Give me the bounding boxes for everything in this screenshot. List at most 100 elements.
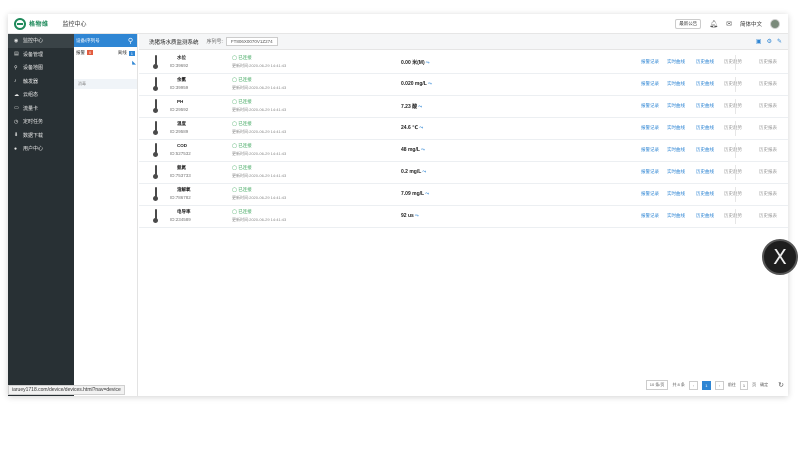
sensor-action-link[interactable]: 报警记录 xyxy=(641,169,659,175)
calendar-icon[interactable]: ▣ xyxy=(756,38,762,45)
sensor-action-link[interactable]: 历史趋势 xyxy=(724,191,742,197)
update-time: 更新时间:2020-06-29 14:41:43 xyxy=(232,151,287,156)
sensor-id: ID:786782 xyxy=(170,195,191,200)
sensor-action-link[interactable]: 报警记录 xyxy=(641,125,659,131)
sensor-action-link[interactable]: 历史报表 xyxy=(759,213,777,219)
nav-item-cloud-config[interactable]: ☁ 云组态 xyxy=(8,88,74,102)
nav-item-device-management[interactable]: ▤ 设备管理 xyxy=(8,48,74,62)
sensor-action-link[interactable]: 实时曲线 xyxy=(667,191,685,197)
nav-item-sim-card[interactable]: ▭ 流量卡 xyxy=(8,102,74,116)
sensor-action-link[interactable]: 历史趋势 xyxy=(724,103,742,109)
sensor-action-link[interactable]: 历史报表 xyxy=(759,191,777,197)
sensor-action-link[interactable]: 实时曲线 xyxy=(667,59,685,65)
language-select[interactable]: 简体中文 xyxy=(740,20,762,28)
status-badge: ◯︎ 已连接 xyxy=(232,55,252,60)
sensor-action-link[interactable]: 历史趋势 xyxy=(724,59,742,65)
nav-item-data-download[interactable]: ⬇ 数据下载 xyxy=(8,129,74,143)
sensor-action-link[interactable]: 历史曲线 xyxy=(696,81,714,87)
tab-alarm[interactable]: 报警 0 xyxy=(76,50,94,56)
sensor-action-link[interactable]: 历史报表 xyxy=(759,59,777,65)
thermometer-icon xyxy=(153,187,158,201)
sensor-action-link[interactable]: 报警记录 xyxy=(641,213,659,219)
next-page-button[interactable]: › xyxy=(714,380,724,390)
sensor-value-text: 0.020 mg/L xyxy=(401,81,427,87)
list-item[interactable]: 消毒 xyxy=(74,79,137,89)
logo-icon xyxy=(14,17,26,30)
sensor-action-link[interactable]: 历史曲线 xyxy=(696,59,714,65)
sensor-action-link[interactable]: 历史报表 xyxy=(759,81,777,87)
sensor-action-link[interactable]: 历史曲线 xyxy=(696,169,714,175)
nav-item-device-map[interactable]: ⚲ 设备地图 xyxy=(8,61,74,75)
sensor-action-link[interactable]: 历史趋势 xyxy=(724,81,742,87)
prev-page-button[interactable]: ‹ xyxy=(688,380,698,390)
sensor-value: 0.2 mg/L⤳ xyxy=(401,169,426,175)
thermometer-icon xyxy=(153,77,158,91)
page-number-button[interactable]: 1 xyxy=(701,380,711,390)
sensor-action-link[interactable]: 历史趋势 xyxy=(724,169,742,175)
trend-icon[interactable]: ⤳ xyxy=(425,191,429,197)
sensor-value: 7.09 mg/L⤳ xyxy=(401,191,429,197)
search-input[interactable]: 设备/序列号 xyxy=(76,38,100,44)
sensor-action-link[interactable]: 报警记录 xyxy=(641,147,659,153)
sensor-action-link[interactable]: 实时曲线 xyxy=(667,147,685,153)
trend-icon[interactable]: ⤳ xyxy=(428,81,432,87)
sensor-action-link[interactable]: 报警记录 xyxy=(641,59,659,65)
trend-icon[interactable]: ⤳ xyxy=(421,147,425,153)
sensor-action-link[interactable]: 实时曲线 xyxy=(667,169,685,175)
edit-icon[interactable]: ✎ xyxy=(777,38,782,45)
search-icon[interactable]: ⚲ xyxy=(128,37,133,45)
sensor-action-link[interactable]: 实时曲线 xyxy=(667,213,685,219)
page-size-select[interactable]: 10 条/页 xyxy=(645,380,669,390)
trend-icon[interactable]: ⤳ xyxy=(415,213,419,219)
sensor-action-link[interactable]: 报警记录 xyxy=(641,191,659,197)
sensor-action-link[interactable]: 实时曲线 xyxy=(667,125,685,131)
trend-icon[interactable]: ⤳ xyxy=(422,169,426,175)
nav-item-monitor[interactable]: ◉ 监控中心 xyxy=(8,34,74,48)
main-content: 洗猪场水质监测系统 序列号: FT806X0070V1Z274 ▣ ⚙ ✎ 水位… xyxy=(139,34,788,396)
sensor-action-link[interactable]: 历史趋势 xyxy=(724,213,742,219)
nav-item-label: 云组态 xyxy=(23,92,39,99)
sensor-action-link[interactable]: 实时曲线 xyxy=(667,81,685,87)
status-text: 已连接 xyxy=(238,55,252,60)
announcement-button[interactable]: 最新公告 xyxy=(675,18,702,29)
status-text: 已连接 xyxy=(238,99,252,104)
goto-page-input[interactable]: 1 xyxy=(739,380,749,390)
logo[interactable]: 格物维 xyxy=(14,17,49,30)
sensor-action-link[interactable]: 历史报表 xyxy=(759,125,777,131)
sensor-value: 7.23 酸⤳ xyxy=(401,103,422,110)
trend-icon[interactable]: ⤳ xyxy=(426,60,430,66)
sensor-action-link[interactable]: 历史曲线 xyxy=(696,213,714,219)
sensor-action-link[interactable]: 实时曲线 xyxy=(667,103,685,109)
sensor-action-link[interactable]: 历史报表 xyxy=(759,147,777,153)
sensor-action-link[interactable]: 历史报表 xyxy=(759,103,777,109)
nav-item-label: 流量卡 xyxy=(23,105,39,112)
floating-close-button[interactable]: X xyxy=(762,239,798,275)
sensor-action-link[interactable]: 历史报表 xyxy=(759,169,777,175)
notification-bell-icon[interactable]: 🔔︎ xyxy=(709,20,718,28)
logo-text: 格物维 xyxy=(29,22,49,28)
trend-icon[interactable]: ⤳ xyxy=(419,125,423,131)
sensor-action-link[interactable]: 历史趋势 xyxy=(724,147,742,153)
thermometer-icon xyxy=(153,121,158,135)
sensor-action-link[interactable]: 历史曲线 xyxy=(696,103,714,109)
nav-item-trigger[interactable]: ♪ 触发器 xyxy=(8,75,74,89)
avatar[interactable] xyxy=(770,18,780,29)
confirm-button[interactable]: 确定 xyxy=(760,382,768,388)
list-item[interactable] xyxy=(74,69,137,79)
sensor-action-link[interactable]: 历史曲线 xyxy=(696,125,714,131)
nav-item-scheduled-task[interactable]: ◷ 定时任务 xyxy=(8,115,74,129)
device-search[interactable]: 设备/序列号 ⚲ xyxy=(74,34,137,47)
sensor-value: 24.6 ℃⤳ xyxy=(401,125,423,131)
sensor-action-link[interactable]: 历史趋势 xyxy=(724,125,742,131)
tab-offline[interactable]: 离线 1 xyxy=(118,50,135,56)
sensor-action-link[interactable]: 报警记录 xyxy=(641,103,659,109)
refresh-icon[interactable]: ↻ xyxy=(778,381,784,389)
sensor-action-link[interactable]: 历史曲线 xyxy=(696,147,714,153)
message-icon[interactable]: ✉︎ xyxy=(726,20,732,28)
map-pin-icon: ⚲ xyxy=(14,64,18,71)
trend-icon[interactable]: ⤳ xyxy=(418,104,422,110)
settings-icon[interactable]: ⚙ xyxy=(767,38,772,45)
sensor-action-link[interactable]: 历史曲线 xyxy=(696,191,714,197)
sensor-action-link[interactable]: 报警记录 xyxy=(641,81,659,87)
nav-item-user-center[interactable]: ● 用户中心 xyxy=(8,142,74,156)
